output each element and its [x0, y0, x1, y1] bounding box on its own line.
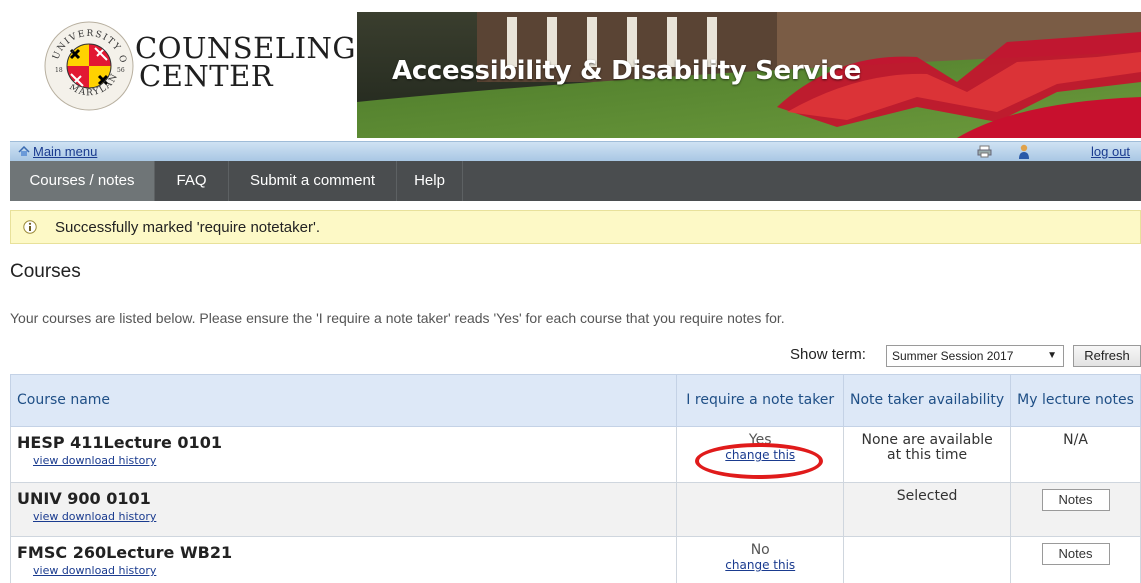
availability-cell: None are available at this time — [843, 426, 1012, 483]
course-name: FMSC 260Lecture WB21 — [17, 543, 233, 562]
home-icon — [18, 146, 30, 156]
term-selected-value: Summer Session 2017 — [892, 349, 1014, 363]
svg-text:56: 56 — [117, 67, 125, 74]
course-name: UNIV 900 0101 — [17, 489, 151, 508]
page-title: Courses — [10, 261, 81, 282]
availability-cell: Selected — [843, 482, 1012, 537]
logout-link[interactable]: log out — [1091, 144, 1130, 159]
col-header-lecture-notes: My lecture notes — [1010, 374, 1141, 427]
logo-text: COUNSELING CENTER — [135, 31, 357, 93]
logo-line-1: COUNSELING — [135, 31, 357, 65]
utility-bar: Main menu log out — [10, 141, 1141, 161]
view-download-history-link[interactable]: view download history — [17, 454, 670, 467]
require-value: Yes — [748, 432, 772, 448]
col-header-availability: Note taker availability — [843, 374, 1012, 427]
header-photo: Accessibility & Disability Service — [357, 12, 1141, 138]
svg-text:18: 18 — [55, 67, 63, 74]
counseling-center-logo[interactable]: UNIVERSITY OF MARYLAND 18 56 COUNSELING … — [35, 12, 356, 132]
logo-line-2: CENTER — [139, 59, 274, 93]
table-row: HESP 411Lecture 0101 view download histo… — [9, 426, 1141, 483]
info-icon — [23, 220, 37, 234]
col-header-course-name: Course name — [9, 374, 678, 427]
tab-help[interactable]: Help — [397, 161, 463, 201]
tab-submit-comment[interactable]: Submit a comment — [229, 161, 397, 201]
courses-table: Course name I require a note taker Note … — [9, 374, 1141, 583]
notes-cell: Notes — [1010, 482, 1141, 537]
notes-button[interactable]: Notes — [1041, 543, 1110, 565]
main-nav: Courses / notes FAQ Submit a comment Hel… — [10, 161, 1141, 201]
course-cell: FMSC 260Lecture WB21 view download histo… — [9, 536, 678, 583]
change-this-link[interactable]: change this — [677, 558, 843, 573]
term-select[interactable]: Summer Session 2017 ▼ — [886, 345, 1064, 367]
university-seal-icon: UNIVERSITY OF MARYLAND 18 56 — [43, 20, 134, 111]
dropdown-arrow-icon: ▼ — [1047, 350, 1057, 361]
view-download-history-link[interactable]: view download history — [17, 564, 670, 577]
user-icon[interactable] — [1018, 144, 1030, 159]
tab-courses-notes[interactable]: Courses / notes — [10, 161, 155, 201]
term-label: Show term: — [790, 346, 866, 363]
require-cell — [676, 482, 845, 537]
main-menu-link[interactable]: Main menu — [18, 144, 97, 159]
intro-text: Your courses are listed below. Please en… — [10, 310, 785, 326]
availability-cell — [843, 536, 1012, 583]
course-cell: HESP 411Lecture 0101 view download histo… — [9, 426, 678, 483]
course-cell: UNIV 900 0101 view download history — [9, 482, 678, 537]
col-header-require-note-taker: I require a note taker — [676, 374, 845, 427]
table-row: FMSC 260Lecture WB21 view download histo… — [9, 536, 1141, 583]
refresh-button[interactable]: Refresh — [1073, 345, 1141, 367]
site-banner: UNIVERSITY OF MARYLAND 18 56 COUNSELING … — [0, 0, 1141, 138]
notice-message: Successfully marked 'require notetaker'. — [55, 219, 321, 236]
success-notice: Successfully marked 'require notetaker'. — [10, 210, 1141, 244]
table-row: UNIV 900 0101 view download history Sele… — [9, 482, 1141, 537]
require-cell: Yes change this — [676, 426, 845, 483]
tab-faq[interactable]: FAQ — [155, 161, 229, 201]
view-download-history-link[interactable]: view download history — [17, 510, 670, 523]
notes-button[interactable]: Notes — [1041, 489, 1110, 511]
table-header-row: Course name I require a note taker Note … — [9, 374, 1141, 427]
print-icon[interactable] — [977, 145, 992, 158]
course-name: HESP 411Lecture 0101 — [17, 433, 222, 452]
notes-cell: Notes — [1010, 536, 1141, 583]
main-menu-label: Main menu — [33, 144, 98, 159]
service-title: Accessibility & Disability Service — [392, 56, 862, 86]
require-cell: No change this — [676, 536, 845, 583]
notes-cell: N/A — [1010, 426, 1141, 483]
change-this-link[interactable]: change this — [677, 448, 843, 463]
require-value: No — [750, 542, 770, 558]
